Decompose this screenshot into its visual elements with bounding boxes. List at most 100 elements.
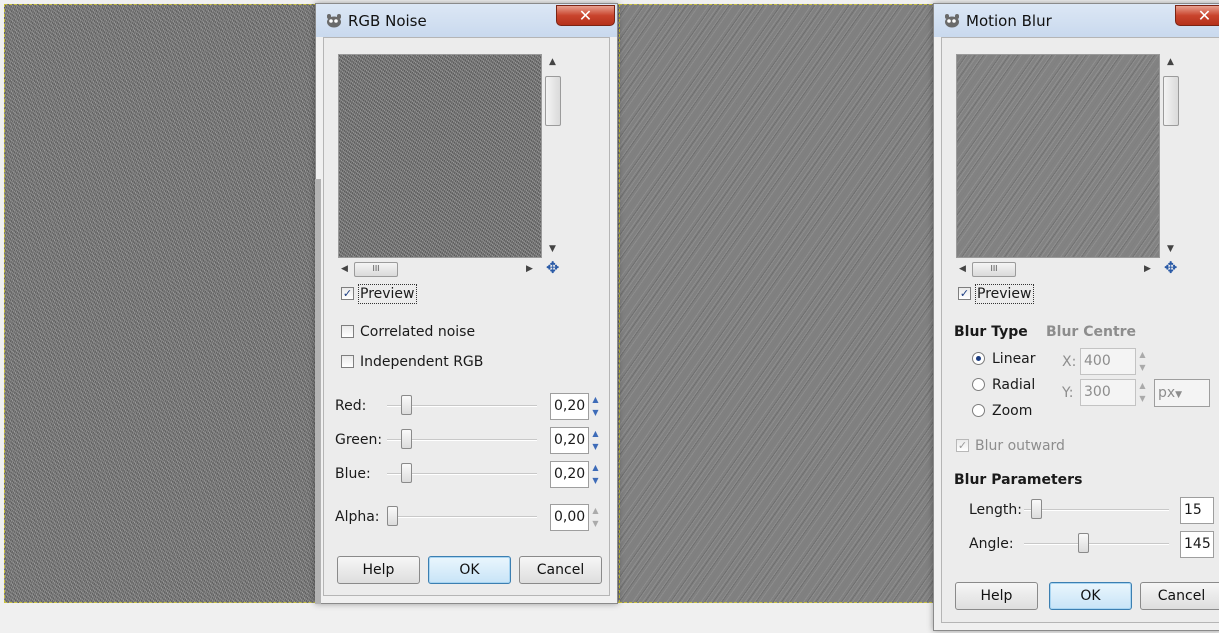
value-spinbox[interactable]: 0,20	[550, 427, 589, 454]
close-button[interactable]: ✕	[1175, 5, 1219, 26]
spin-up-icon: ▲	[1139, 381, 1146, 390]
scroll-thumb[interactable]: III	[972, 262, 1016, 277]
spin-arrows[interactable]: ▲ ▼	[590, 427, 601, 454]
spin-up-icon: ▲	[592, 429, 599, 438]
preview-image[interactable]	[338, 54, 542, 258]
scroll-right-icon[interactable]: ▶	[1144, 264, 1151, 274]
gimp-icon	[327, 14, 341, 28]
slider-handle[interactable]	[1031, 499, 1043, 519]
slider-handle[interactable]	[401, 429, 412, 449]
correlated-noise-checkbox[interactable]: Correlated noise	[341, 324, 475, 344]
radio-zoom[interactable]: Zoom	[972, 403, 1032, 419]
slider-track[interactable]	[1024, 543, 1169, 545]
radio-icon[interactable]	[972, 351, 985, 365]
spin-down-icon: ▼	[592, 519, 599, 528]
angle-spinbox[interactable]: 145	[1180, 531, 1214, 558]
blur-type-heading: Blur Type	[954, 324, 1028, 340]
spin-down-icon: ▼	[592, 408, 599, 417]
scroll-right-icon[interactable]: ▶	[526, 264, 533, 274]
spin-arrows[interactable]: ▲ ▼	[1137, 379, 1148, 406]
checkbox-icon[interactable]: ✓	[341, 286, 354, 300]
preview-checkbox[interactable]: ✓ Preview	[958, 284, 1034, 306]
close-icon: ✕	[578, 6, 593, 25]
scroll-up-icon[interactable]: ▲	[549, 57, 556, 67]
radio-radial[interactable]: Radial	[972, 377, 1035, 393]
scroll-down-icon[interactable]: ▼	[549, 244, 556, 254]
window-edge	[315, 179, 321, 604]
navigate-move-icon[interactable]: ✥	[546, 260, 559, 276]
preview-image[interactable]	[956, 54, 1160, 258]
length-slider-row: Length: 15	[969, 497, 1219, 525]
rgb-noise-client: ▲ ▼ ◀ III ▶ ✥ ✓ Preview Correlated noise …	[323, 37, 610, 596]
spin-up-icon: ▲	[592, 506, 599, 515]
spin-arrows[interactable]: ▲ ▼	[590, 461, 601, 488]
blue-slider-row: Blue: 0,20 ▲ ▼	[335, 461, 605, 489]
radio-icon[interactable]	[972, 403, 985, 417]
slider-track[interactable]	[1024, 509, 1169, 511]
value-spinbox[interactable]: 0,20	[550, 393, 589, 420]
spin-down-icon: ▼	[592, 442, 599, 451]
ok-button[interactable]: OK	[428, 556, 511, 584]
scroll-up-icon[interactable]: ▲	[1167, 57, 1174, 67]
slider-label: Green:	[335, 432, 383, 448]
scroll-thumb[interactable]	[545, 76, 561, 126]
independent-rgb-checkbox[interactable]: Independent RGB	[341, 354, 483, 374]
checkbox-icon[interactable]: ✓	[958, 286, 971, 300]
slider-label: Blue:	[335, 466, 371, 482]
centre-y-label: Y:	[1062, 385, 1074, 401]
spin-arrows[interactable]: ▲ ▼	[590, 504, 601, 531]
slider-label: Length:	[969, 502, 1023, 518]
unit-dropdown[interactable]: px▼	[1154, 379, 1210, 407]
spin-down-icon: ▼	[1139, 363, 1146, 372]
radio-icon[interactable]	[972, 377, 985, 391]
value-spinbox[interactable]: 0,00	[550, 504, 589, 531]
angle-slider-row: Angle: 145	[969, 531, 1219, 559]
spin-arrows[interactable]: ▲ ▼	[1137, 348, 1148, 375]
slider-handle[interactable]	[1078, 533, 1089, 553]
slider-handle[interactable]	[387, 506, 398, 526]
slider-label: Alpha:	[335, 509, 380, 525]
scroll-thumb[interactable]: III	[354, 262, 398, 277]
slider-handle[interactable]	[401, 395, 412, 415]
preview-checkbox[interactable]: ✓ Preview	[341, 284, 417, 306]
centre-y-spinbox[interactable]: 300	[1080, 379, 1136, 406]
close-button[interactable]: ✕	[556, 5, 615, 26]
scroll-down-icon[interactable]: ▼	[1167, 244, 1174, 254]
motion-blur-dialog: Motion Blur ✕ ▲ ▼ ◀ III ▶ ✥ ✓ Preview Blu…	[933, 3, 1219, 631]
cancel-button[interactable]: Cancel	[519, 556, 602, 584]
blur-outward-checkbox[interactable]: ✓ Blur outward	[956, 438, 1065, 458]
checkbox-icon[interactable]	[341, 354, 354, 368]
radio-linear[interactable]: Linear	[972, 351, 1036, 367]
rgb-noise-titlebar[interactable]: RGB Noise ✕	[316, 4, 617, 37]
ok-button[interactable]: OK	[1049, 582, 1132, 610]
image-canvas-motion-blur[interactable]	[619, 4, 937, 603]
scroll-left-icon[interactable]: ◀	[341, 264, 348, 274]
cancel-button[interactable]: Cancel	[1140, 582, 1219, 610]
dropdown-arrow-icon: ▼	[1175, 390, 1183, 400]
dialog-title: RGB Noise	[348, 12, 427, 30]
value-spinbox[interactable]: 0,20	[550, 461, 589, 488]
motion-blur-titlebar[interactable]: Motion Blur ✕	[934, 4, 1219, 37]
spin-down-icon: ▼	[592, 476, 599, 485]
checkbox-icon[interactable]: ✓	[956, 438, 969, 452]
scroll-thumb[interactable]	[1163, 76, 1179, 126]
blur-centre-heading: Blur Centre	[1046, 324, 1137, 340]
scroll-left-icon[interactable]: ◀	[959, 264, 966, 274]
preview-horizontal-scrollbar[interactable]: ◀ III ▶	[956, 260, 1152, 277]
preview-horizontal-scrollbar[interactable]: ◀ III ▶	[338, 260, 534, 277]
centre-x-label: X:	[1062, 354, 1077, 370]
preview-vertical-scrollbar[interactable]: ▲ ▼	[544, 54, 562, 258]
navigate-move-icon[interactable]: ✥	[1164, 260, 1177, 276]
slider-track[interactable]	[387, 516, 537, 518]
length-spinbox[interactable]: 15	[1180, 497, 1214, 524]
spin-arrows[interactable]: ▲ ▼	[590, 393, 601, 420]
spin-down-icon: ▼	[1139, 394, 1146, 403]
help-button[interactable]: Help	[955, 582, 1038, 610]
alpha-slider-row: Alpha: 0,00 ▲ ▼	[335, 504, 605, 532]
checkbox-icon[interactable]	[341, 324, 354, 338]
help-button[interactable]: Help	[337, 556, 420, 584]
slider-handle[interactable]	[401, 463, 412, 483]
dialog-title: Motion Blur	[966, 12, 1052, 30]
centre-x-spinbox[interactable]: 400	[1080, 348, 1136, 375]
preview-vertical-scrollbar[interactable]: ▲ ▼	[1162, 54, 1180, 258]
